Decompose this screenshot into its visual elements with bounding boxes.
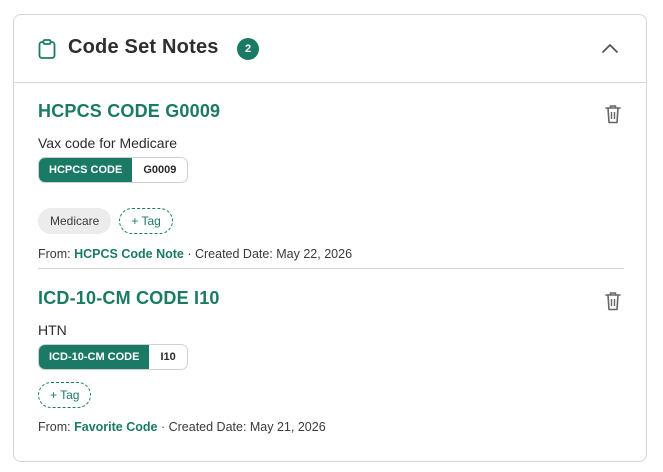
code-set-notes-panel: Code Set Notes 2 HCPCS CODE G0009 Vax co… bbox=[13, 14, 647, 462]
from-label: From: bbox=[38, 420, 71, 434]
code-type-label: HCPCS CODE bbox=[39, 158, 133, 182]
code-value: G0009 bbox=[132, 158, 188, 182]
chevron-up-icon[interactable] bbox=[598, 37, 622, 61]
note-description: HTN bbox=[38, 322, 67, 338]
code-type-label: ICD-10-CM CODE bbox=[39, 345, 150, 369]
trash-icon[interactable] bbox=[603, 290, 623, 312]
note-title[interactable]: ICD-10-CM CODE I10 bbox=[38, 288, 220, 309]
note-title[interactable]: HCPCS CODE G0009 bbox=[38, 101, 220, 122]
created-date: · Created Date: May 22, 2026 bbox=[187, 247, 353, 261]
notes-count-badge: 2 bbox=[237, 38, 259, 60]
source-link[interactable]: Favorite Code bbox=[74, 420, 157, 434]
panel-title: Code Set Notes bbox=[68, 36, 219, 58]
note-meta: From: HCPCS Code Note · Created Date: Ma… bbox=[38, 247, 352, 261]
code-chip: ICD-10-CM CODE I10 bbox=[38, 344, 188, 370]
created-date: · Created Date: May 21, 2026 bbox=[160, 420, 326, 434]
trash-icon[interactable] bbox=[603, 103, 623, 125]
tag-pill[interactable]: Medicare bbox=[38, 208, 112, 234]
from-label: From: bbox=[38, 247, 71, 261]
source-link[interactable]: HCPCS Code Note bbox=[74, 247, 184, 261]
tag-list: + Tag bbox=[38, 382, 92, 408]
code-chip: HCPCS CODE G0009 bbox=[38, 157, 189, 183]
add-tag-button[interactable]: + Tag bbox=[38, 382, 92, 408]
panel-header[interactable]: Code Set Notes 2 bbox=[14, 15, 646, 83]
note-description: Vax code for Medicare bbox=[38, 135, 178, 151]
note-meta: From: Favorite Code · Created Date: May … bbox=[38, 420, 326, 434]
tag-list: Medicare + Tag bbox=[38, 208, 173, 234]
code-value: I10 bbox=[149, 345, 187, 369]
add-tag-button[interactable]: + Tag bbox=[119, 208, 173, 234]
clipboard-icon bbox=[38, 39, 56, 59]
note-divider bbox=[38, 268, 624, 269]
